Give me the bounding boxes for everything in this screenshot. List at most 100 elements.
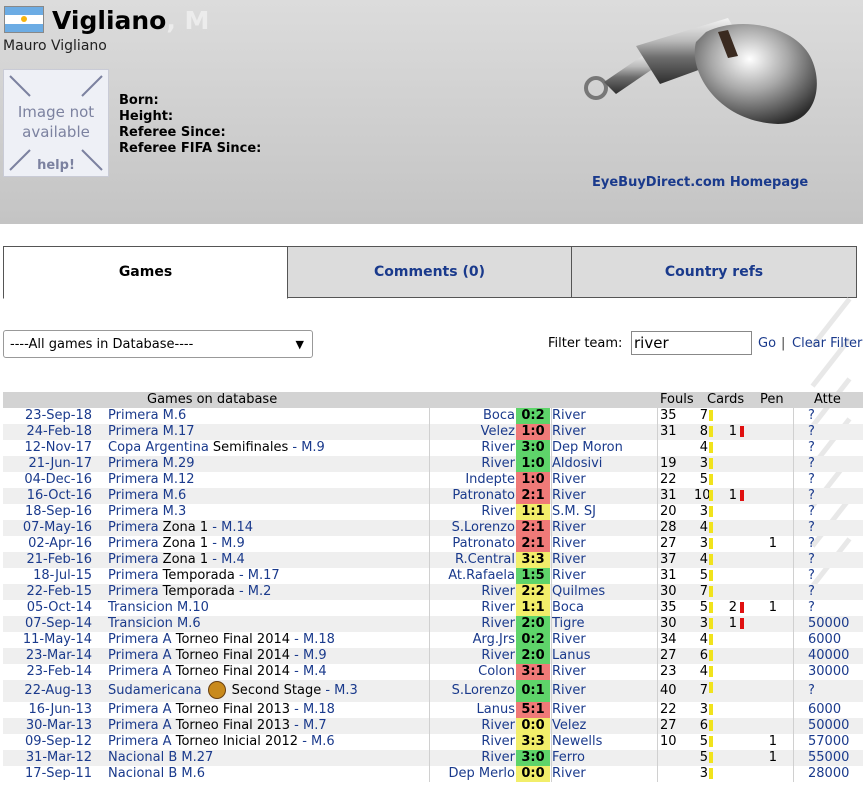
- score-link[interactable]: 3:3: [516, 552, 550, 568]
- home-team-link[interactable]: River: [481, 456, 515, 472]
- score-link[interactable]: 0:0: [516, 766, 550, 782]
- away-team-link[interactable]: River: [552, 568, 586, 584]
- games-scope-select[interactable]: ----All games in Database---- ▼: [3, 330, 313, 358]
- competition-link[interactable]: - M.6: [298, 734, 334, 749]
- competition-link[interactable]: - M.2: [235, 584, 271, 599]
- game-date-link[interactable]: 23-Feb-14: [27, 664, 92, 680]
- home-team-link[interactable]: River: [481, 648, 515, 664]
- attendance-link[interactable]: ?: [808, 600, 815, 616]
- competition-link[interactable]: Primera A: [108, 718, 172, 733]
- away-team-link[interactable]: River: [552, 408, 586, 424]
- home-team-link[interactable]: River: [481, 616, 515, 632]
- away-team-link[interactable]: River: [552, 552, 586, 568]
- home-team-link[interactable]: River: [481, 750, 515, 766]
- competition-link[interactable]: - M.4: [208, 552, 244, 567]
- score-link[interactable]: 2:0: [516, 648, 550, 664]
- attendance-link[interactable]: 50000: [808, 718, 849, 734]
- away-team-link[interactable]: River: [552, 536, 586, 552]
- game-date-link[interactable]: 22-Aug-13: [24, 680, 92, 702]
- away-team-link[interactable]: River: [552, 680, 586, 702]
- attendance-link[interactable]: 28000: [808, 766, 849, 782]
- competition-link[interactable]: Transicion M.6: [108, 616, 201, 631]
- attendance-link[interactable]: ?: [808, 584, 815, 600]
- competition-link[interactable]: - M.18: [290, 632, 335, 647]
- home-team-link[interactable]: Dep Merlo: [448, 766, 515, 782]
- competition-link[interactable]: Primera: [108, 552, 159, 567]
- away-team-link[interactable]: Tigre: [552, 616, 584, 632]
- game-date-link[interactable]: 31-Mar-12: [26, 750, 92, 766]
- score-link[interactable]: 1:0: [516, 456, 550, 472]
- competition-link[interactable]: Primera M.6: [108, 408, 186, 423]
- attendance-link[interactable]: ?: [808, 488, 815, 504]
- competition-link[interactable]: Primera: [108, 584, 159, 599]
- score-link[interactable]: 2:2: [516, 584, 550, 600]
- filter-team-input[interactable]: [631, 331, 752, 355]
- attendance-link[interactable]: ?: [808, 520, 815, 536]
- score-link[interactable]: 1:0: [516, 472, 550, 488]
- competition-link[interactable]: Sudamericana: [108, 683, 202, 698]
- competition-link[interactable]: Primera A: [108, 664, 172, 679]
- home-team-link[interactable]: Indepte: [465, 472, 515, 488]
- score-link[interactable]: 1:1: [516, 600, 550, 616]
- away-team-link[interactable]: Quilmes: [552, 584, 605, 600]
- away-team-link[interactable]: Newells: [552, 734, 602, 750]
- away-team-link[interactable]: River: [552, 488, 586, 504]
- game-date-link[interactable]: 30-Mar-13: [26, 718, 92, 734]
- score-link[interactable]: 3:3: [516, 734, 550, 750]
- competition-link[interactable]: Primera: [108, 536, 159, 551]
- attendance-link[interactable]: ?: [808, 552, 815, 568]
- competition-link[interactable]: Copa Argentina: [108, 440, 209, 455]
- game-date-link[interactable]: 23-Mar-14: [26, 648, 92, 664]
- away-team-link[interactable]: Aldosivi: [552, 456, 602, 472]
- score-link[interactable]: 5:1: [516, 702, 550, 718]
- score-link[interactable]: 3:0: [516, 750, 550, 766]
- game-date-link[interactable]: 11-May-14: [23, 632, 92, 648]
- game-date-link[interactable]: 21-Feb-16: [27, 552, 92, 568]
- score-link[interactable]: 2:0: [516, 616, 550, 632]
- attendance-link[interactable]: ?: [808, 568, 815, 584]
- score-link[interactable]: 0:0: [516, 718, 550, 734]
- tab-country-refs[interactable]: Country refs: [571, 246, 857, 298]
- score-link[interactable]: 1:5: [516, 568, 550, 584]
- away-team-link[interactable]: Ferro: [552, 750, 585, 766]
- whistle-image[interactable]: [578, 12, 826, 136]
- home-team-link[interactable]: River: [481, 718, 515, 734]
- away-team-link[interactable]: River: [552, 632, 586, 648]
- attendance-link[interactable]: 55000: [808, 750, 849, 766]
- score-link[interactable]: 3:0: [516, 440, 550, 456]
- attendance-link[interactable]: 6000: [808, 632, 841, 648]
- game-date-link[interactable]: 23-Sep-18: [25, 408, 92, 424]
- game-date-link[interactable]: 24-Feb-18: [27, 424, 92, 440]
- game-date-link[interactable]: 18-Jul-15: [33, 568, 92, 584]
- competition-link[interactable]: Primera A: [108, 632, 172, 647]
- attendance-link[interactable]: ?: [808, 504, 815, 520]
- away-team-link[interactable]: Boca: [552, 600, 584, 616]
- game-date-link[interactable]: 17-Sep-11: [25, 766, 92, 782]
- referee-photo-placeholder[interactable]: Image not available help!: [3, 69, 109, 177]
- competition-link[interactable]: Primera: [108, 568, 159, 583]
- tab-games[interactable]: Games: [3, 246, 288, 299]
- home-team-link[interactable]: Patronato: [452, 536, 515, 552]
- game-date-link[interactable]: 02-Apr-16: [28, 536, 92, 552]
- away-team-link[interactable]: Velez: [552, 718, 586, 734]
- home-team-link[interactable]: River: [481, 600, 515, 616]
- attendance-link[interactable]: 57000: [808, 734, 849, 750]
- score-link[interactable]: 3:1: [516, 664, 550, 680]
- score-link[interactable]: 2:1: [516, 536, 550, 552]
- game-date-link[interactable]: 05-Oct-14: [27, 600, 92, 616]
- competition-link[interactable]: Nacional B: [108, 766, 177, 781]
- game-date-link[interactable]: 04-Dec-16: [24, 472, 92, 488]
- away-team-link[interactable]: River: [552, 520, 586, 536]
- competition-link[interactable]: - M.4: [290, 664, 326, 679]
- attendance-link[interactable]: ?: [808, 408, 815, 424]
- competition-link[interactable]: Transicion M.10: [108, 600, 209, 615]
- home-team-link[interactable]: S.Lorenzo: [452, 520, 515, 536]
- away-team-link[interactable]: River: [552, 664, 586, 680]
- eyebuydirect-homepage-link[interactable]: EyeBuyDirect.com Homepage: [592, 175, 808, 190]
- competition-link[interactable]: - M.14: [208, 520, 253, 535]
- attendance-link[interactable]: ?: [808, 440, 815, 456]
- away-team-link[interactable]: Dep Moron: [552, 440, 623, 456]
- away-team-link[interactable]: River: [552, 766, 586, 782]
- home-team-link[interactable]: Patronato: [452, 488, 515, 504]
- attendance-link[interactable]: ?: [808, 472, 815, 488]
